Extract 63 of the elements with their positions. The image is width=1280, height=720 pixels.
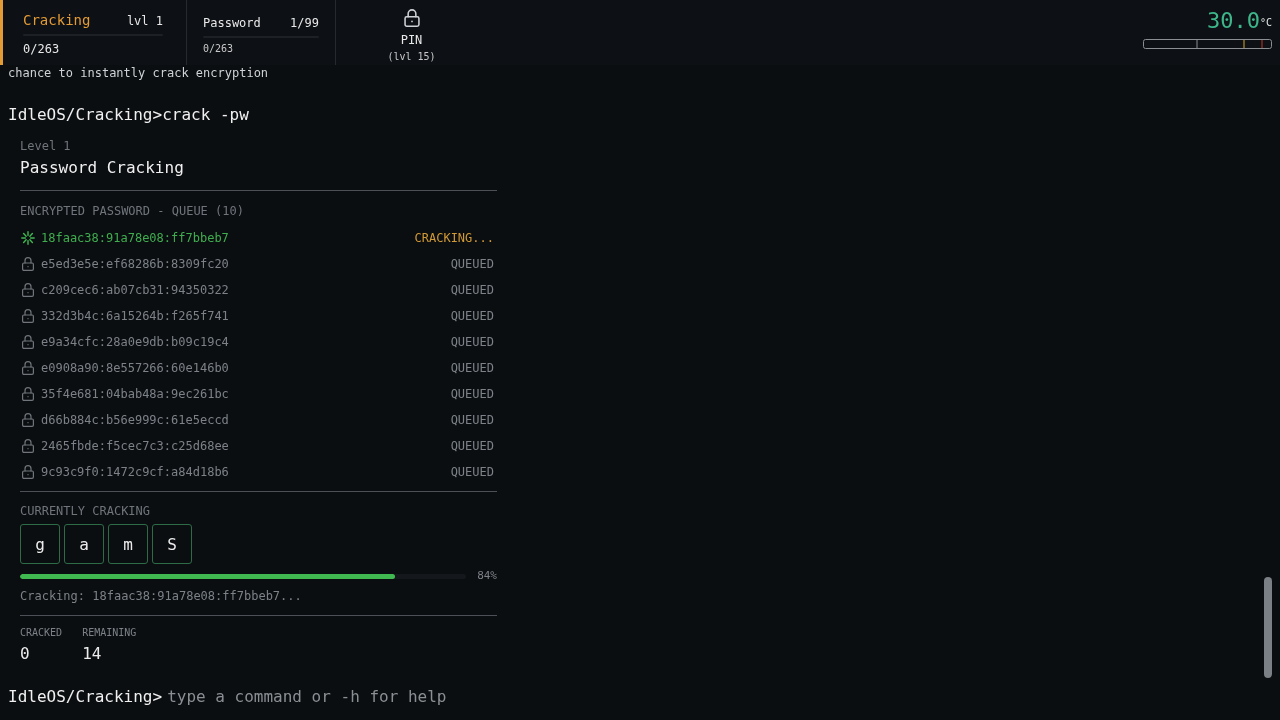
lock-icon bbox=[21, 335, 35, 349]
character-tile: a bbox=[64, 524, 104, 564]
lock-icon bbox=[21, 413, 35, 427]
password-hash: 35f4e681:04bab48a:9ec261bc bbox=[41, 386, 229, 402]
password-hash: e9a34cfc:28a0e9db:b09c19c4 bbox=[41, 334, 229, 350]
command-input[interactable]: type a command or -h for help bbox=[167, 687, 588, 707]
lock-icon bbox=[21, 439, 35, 453]
spinner-icon bbox=[21, 231, 35, 245]
queue-status: QUEUED bbox=[450, 412, 494, 428]
lock-icon bbox=[21, 387, 35, 401]
tab-title: Password bbox=[203, 15, 261, 31]
locked-tab[interactable]: PIN (lvl 15) bbox=[336, 0, 484, 65]
character-tile: S bbox=[152, 524, 192, 564]
temperature-value: 30.0 bbox=[1206, 9, 1260, 33]
command-line: IdleOS/Cracking>crack -pw bbox=[8, 105, 249, 125]
character-tile: g bbox=[20, 524, 60, 564]
password-hash: c209cec6:ab07cb31:94350322 bbox=[41, 282, 229, 298]
password-hash: 2465fbde:f5cec7c3:c25d68ee bbox=[41, 438, 229, 454]
level-label: Level 1 bbox=[20, 138, 71, 154]
queue-status: QUEUED bbox=[450, 386, 494, 402]
password-hash: 9c93c9f0:1472c9cf:a84d18b6 bbox=[41, 464, 229, 480]
password-hash: 332d3b4c:6a15264b:f265f741 bbox=[41, 308, 229, 324]
queue-status: QUEUED bbox=[450, 438, 494, 454]
tab-title: PIN bbox=[400, 33, 423, 47]
password-hash: d66b884c:b56e999c:61e5eccd bbox=[41, 412, 229, 428]
lock-icon bbox=[21, 283, 35, 297]
queue-heading: ENCRYPTED PASSWORD - QUEUE (10) bbox=[20, 203, 244, 219]
queue-status: QUEUED bbox=[450, 256, 494, 272]
progress-percent: 84% bbox=[477, 570, 497, 582]
tab-title: Cracking bbox=[23, 11, 91, 29]
category-tab[interactable]: Cracking lvl 1 0/263 bbox=[0, 0, 187, 65]
lock-icon bbox=[21, 361, 35, 375]
password-hash: 18faac38:91a78e08:ff7bbeb7 bbox=[41, 230, 229, 246]
character-tile: m bbox=[108, 524, 148, 564]
temperature-unit: °C bbox=[1259, 17, 1272, 30]
stat-value: 14 bbox=[82, 644, 102, 664]
scrollbar-thumb[interactable] bbox=[1264, 577, 1272, 678]
tab-level: lvl 1 bbox=[126, 13, 163, 29]
lock-icon bbox=[21, 257, 35, 271]
password-hash: e0908a90:8e557266:60e146b0 bbox=[41, 360, 229, 376]
lock-icon bbox=[403, 9, 421, 27]
section-heading: CURRENTLY CRACKING bbox=[20, 503, 151, 519]
lock-icon bbox=[21, 309, 35, 323]
tab-progress-text: 0/263 bbox=[23, 41, 61, 57]
skill-tab[interactable]: Password 1/99 0/263 bbox=[187, 0, 336, 65]
tab-progress-text: 0/263 bbox=[203, 43, 235, 55]
stat-label: CRACKED bbox=[20, 626, 63, 640]
queue-status: QUEUED bbox=[450, 464, 494, 480]
stat-value: 0 bbox=[20, 644, 30, 664]
queue-status: QUEUED bbox=[450, 308, 494, 324]
queue-status: QUEUED bbox=[450, 334, 494, 350]
queue-status: CRACKING... bbox=[414, 230, 494, 246]
password-hash: e5ed3e5e:ef68286b:8309fc20 bbox=[41, 256, 229, 272]
terminal-output: chance to instantly crack encryption bbox=[8, 66, 269, 80]
stat-label: REMAINING bbox=[82, 626, 137, 640]
cracking-caption: Cracking: 18faac38:91a78e08:ff7bbeb7... bbox=[20, 588, 302, 604]
queue-status: QUEUED bbox=[450, 282, 494, 298]
prompt-text: IdleOS/Cracking> bbox=[8, 687, 163, 707]
tab-requirement: (lvl 15) bbox=[387, 51, 436, 63]
lock-icon bbox=[21, 465, 35, 479]
queue-status: QUEUED bbox=[450, 360, 494, 376]
tab-count: 1/99 bbox=[290, 15, 319, 31]
panel-title: Password Cracking bbox=[20, 158, 184, 178]
